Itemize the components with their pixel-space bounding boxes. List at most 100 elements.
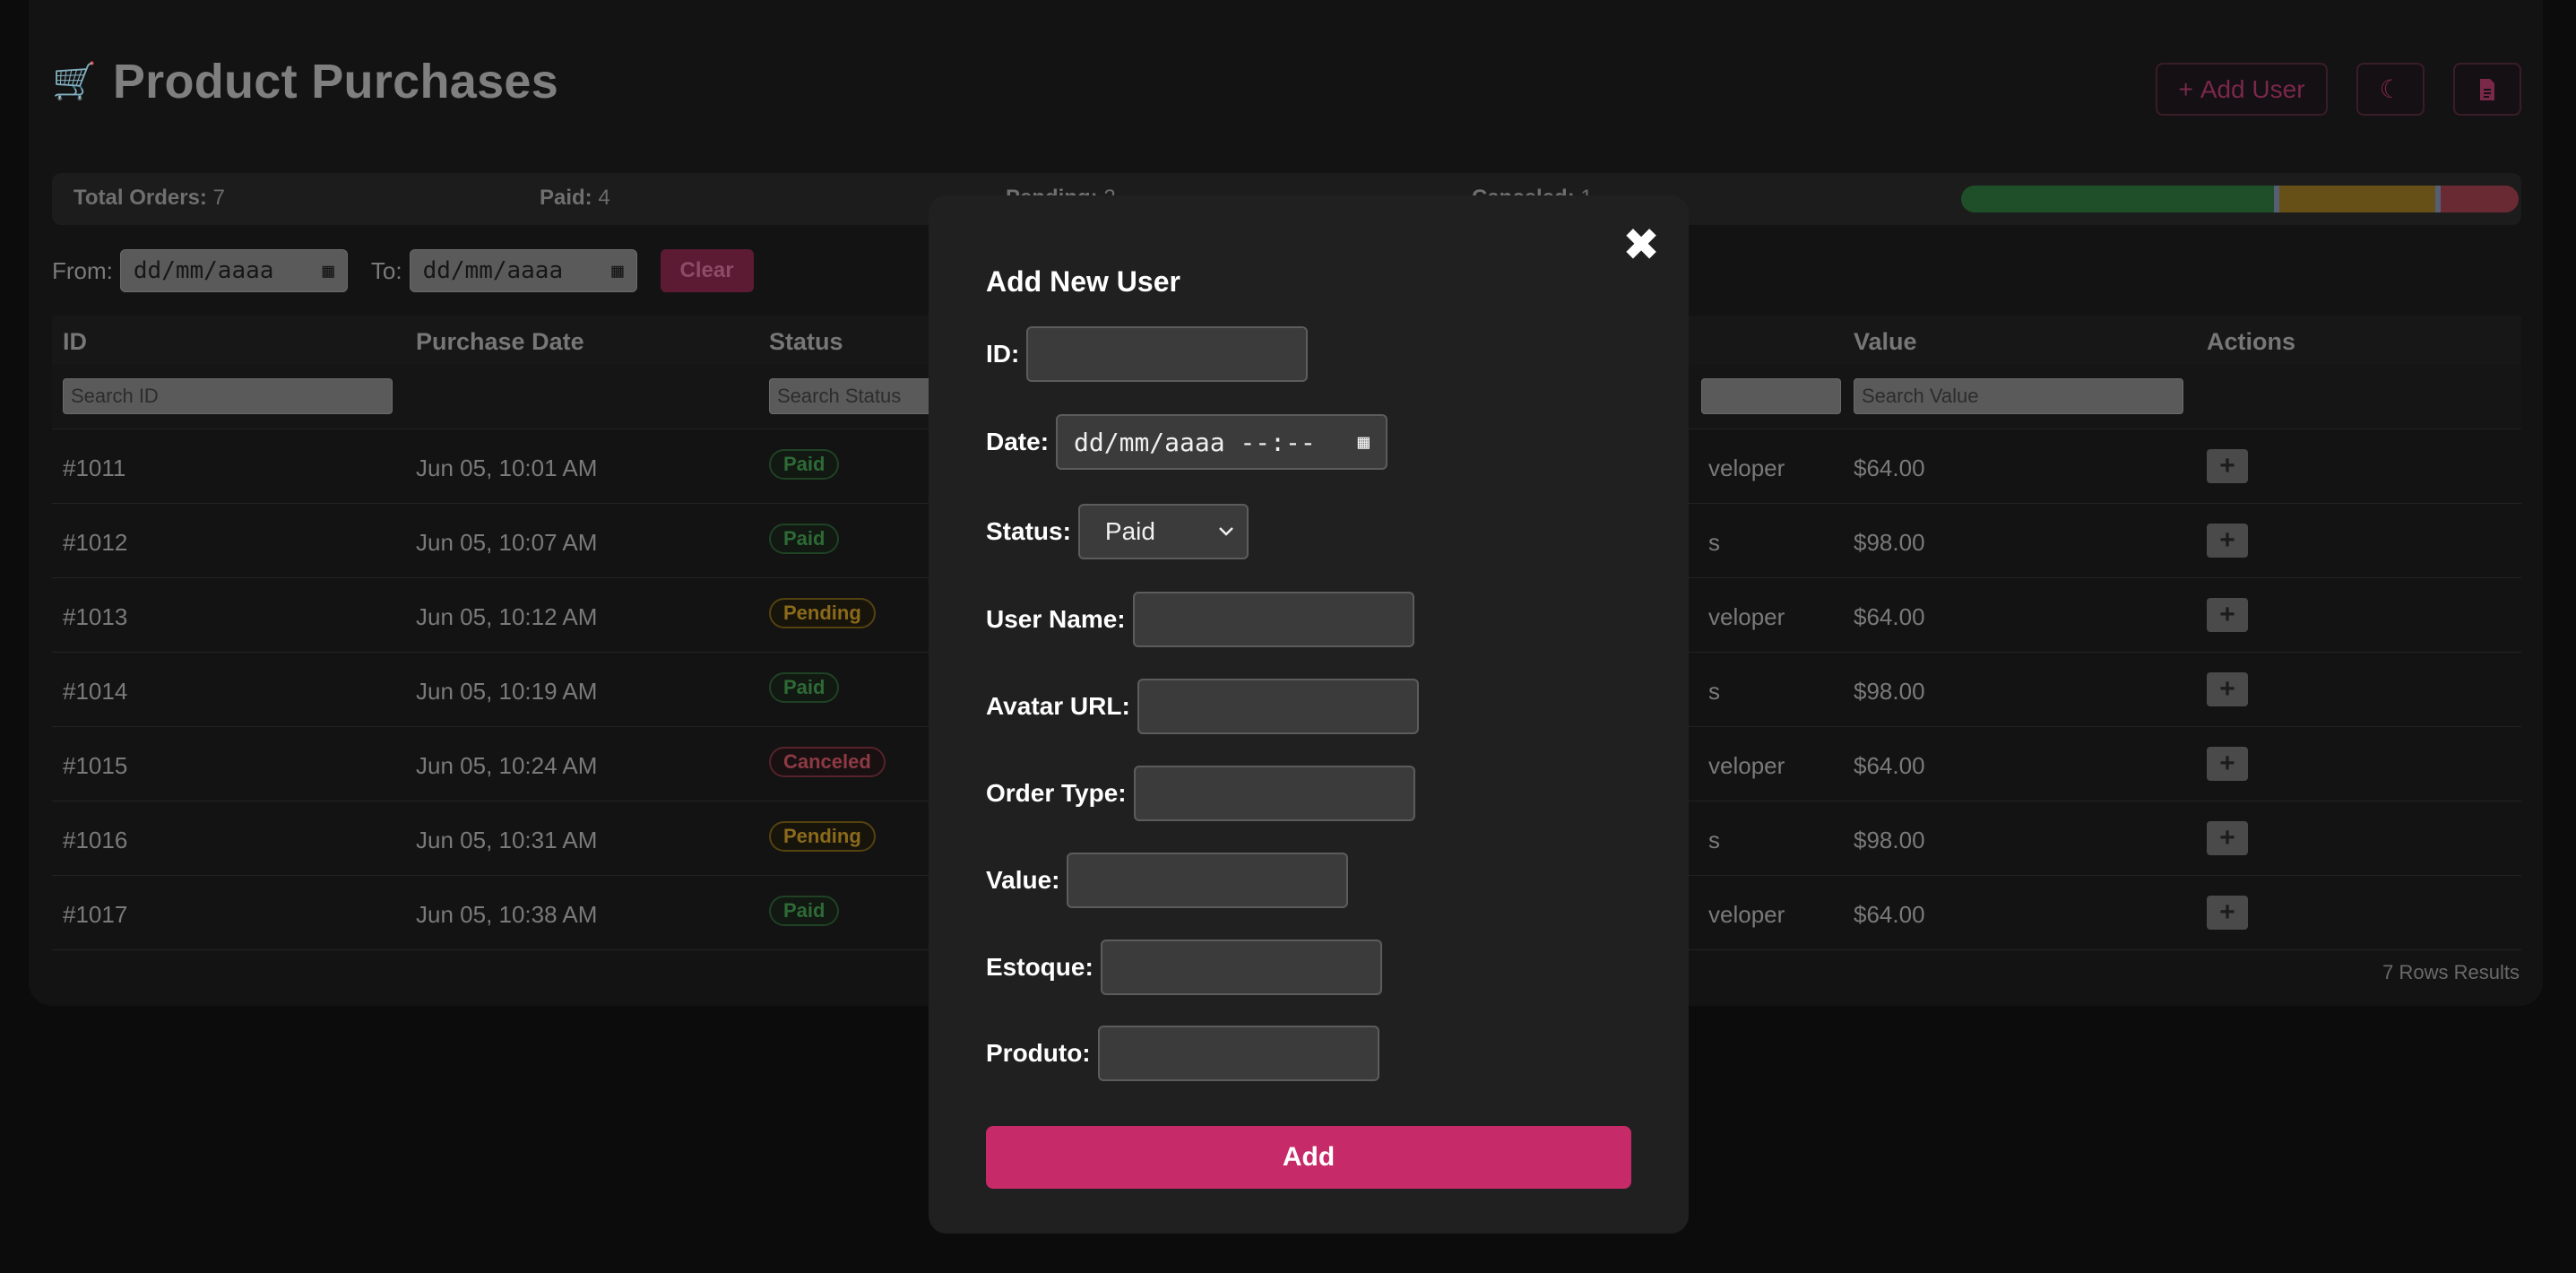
search-type-input[interactable] xyxy=(1701,378,1841,414)
plus-icon: + xyxy=(2219,600,2235,629)
id-label: ID: xyxy=(986,340,1020,368)
order-type-input[interactable] xyxy=(1133,766,1415,821)
row-value: $98.00 xyxy=(1854,678,1925,705)
plus-icon: + xyxy=(2178,74,2193,103)
plus-icon: + xyxy=(2219,897,2235,927)
user-name-input[interactable] xyxy=(1132,592,1414,647)
user-name-label: User Name: xyxy=(986,605,1126,633)
row-id: #1016 xyxy=(63,827,128,853)
field-estoque: Estoque: xyxy=(986,940,1382,995)
add-user-label: Add User xyxy=(2200,74,2305,103)
row-action-button[interactable]: + xyxy=(2207,449,2248,483)
date-label: Date: xyxy=(986,428,1050,455)
field-value: Value: xyxy=(986,853,1349,908)
row-action-button[interactable]: + xyxy=(2207,896,2248,930)
total-orders: Total Orders: 7 xyxy=(73,186,225,211)
field-status: Status: Paid xyxy=(986,504,1249,559)
status-badge: Pending xyxy=(769,598,876,628)
row-action-button[interactable]: + xyxy=(2207,672,2248,706)
search-value-input[interactable]: Search Value xyxy=(1854,378,2183,414)
close-icon[interactable]: ✖ xyxy=(1622,222,1660,267)
calendar-icon[interactable]: ▦ xyxy=(611,260,623,282)
status-badge: Paid xyxy=(769,672,840,703)
plus-icon: + xyxy=(2219,525,2235,555)
header-actions: + Add User ☾ xyxy=(2156,63,2521,116)
status-badge: Paid xyxy=(769,449,840,480)
progress-paid xyxy=(1961,186,2274,212)
field-user-name: User Name: xyxy=(986,592,1414,647)
row-purchase-date: Jun 05, 10:24 AM xyxy=(416,752,598,779)
field-id: ID: xyxy=(986,326,1309,382)
document-icon xyxy=(2480,78,2494,100)
to-label: To: xyxy=(370,256,402,284)
total-orders-value: 7 xyxy=(212,186,225,210)
row-order-type: s xyxy=(1708,827,1720,853)
row-purchase-date: Jun 05, 10:38 AM xyxy=(416,901,598,928)
from-date-input[interactable]: dd/mm/aaaa ▦ xyxy=(119,249,348,292)
row-action-button[interactable]: + xyxy=(2207,821,2248,855)
search-id-input[interactable]: Search ID xyxy=(63,378,393,414)
to-date-input[interactable]: dd/mm/aaaa ▦ xyxy=(409,249,637,292)
row-id: #1011 xyxy=(63,455,126,481)
page-title: Product Purchases xyxy=(112,55,559,108)
avatar-url-input[interactable] xyxy=(1137,679,1419,734)
row-purchase-date: Jun 05, 10:31 AM xyxy=(416,827,598,853)
row-id: #1015 xyxy=(63,752,128,779)
row-action-button[interactable]: + xyxy=(2207,524,2248,558)
moon-icon: ☾ xyxy=(2379,75,2402,103)
row-value: $64.00 xyxy=(1854,752,1925,779)
id-input[interactable] xyxy=(1026,326,1309,382)
row-id: #1017 xyxy=(63,901,128,928)
row-id: #1013 xyxy=(63,603,128,630)
field-date: Date: dd/mm/aaaa --:-- ▦ xyxy=(986,414,1388,470)
search-status-input[interactable]: Search Status xyxy=(769,378,948,414)
col-value[interactable]: Value xyxy=(1854,328,1917,356)
status-badge: Paid xyxy=(769,524,840,554)
row-action-button[interactable]: + xyxy=(2207,598,2248,632)
field-produto: Produto: xyxy=(986,1026,1379,1081)
order-type-label: Order Type: xyxy=(986,779,1127,807)
to-date-placeholder: dd/mm/aaaa xyxy=(422,257,564,284)
col-id[interactable]: ID xyxy=(63,328,87,356)
row-value: $64.00 xyxy=(1854,455,1925,481)
calendar-icon[interactable]: ▦ xyxy=(1358,431,1370,454)
title-wrap: 🛒 Product Purchases xyxy=(52,54,558,109)
paid-count: Paid: 4 xyxy=(540,186,610,211)
clear-button[interactable]: Clear xyxy=(660,249,754,292)
chevron-down-icon xyxy=(1219,527,1233,536)
produto-label: Produto: xyxy=(986,1039,1091,1067)
row-action-button[interactable]: + xyxy=(2207,747,2248,781)
field-avatar-url: Avatar URL: xyxy=(986,679,1419,734)
date-filters: From: dd/mm/aaaa ▦ To: dd/mm/aaaa ▦ Clea… xyxy=(52,247,754,294)
produto-input[interactable] xyxy=(1097,1026,1379,1081)
add-button[interactable]: Add xyxy=(986,1126,1631,1189)
value-label: Value: xyxy=(986,866,1060,894)
calendar-icon[interactable]: ▦ xyxy=(323,260,334,282)
value-input[interactable] xyxy=(1067,853,1349,908)
status-badge: Pending xyxy=(769,821,876,852)
col-purchase-date[interactable]: Purchase Date xyxy=(416,328,584,356)
status-select[interactable]: Paid xyxy=(1077,504,1249,559)
avatar-url-label: Avatar URL: xyxy=(986,692,1130,720)
theme-toggle-button[interactable]: ☾ xyxy=(2356,63,2425,116)
progress-pending xyxy=(2278,186,2435,212)
total-orders-label: Total Orders: xyxy=(73,186,207,210)
modal-title: Add New User xyxy=(986,265,1180,298)
status-badge: Canceled xyxy=(769,747,886,777)
paid-label: Paid: xyxy=(540,186,592,210)
row-purchase-date: Jun 05, 10:07 AM xyxy=(416,529,598,556)
row-purchase-date: Jun 05, 10:12 AM xyxy=(416,603,598,630)
row-order-type: s xyxy=(1708,529,1720,556)
status-selected-value: Paid xyxy=(1104,517,1155,545)
row-purchase-date: Jun 05, 10:19 AM xyxy=(416,678,598,705)
row-purchase-date: Jun 05, 10:01 AM xyxy=(416,455,598,481)
plus-icon: + xyxy=(2219,823,2235,853)
export-button[interactable] xyxy=(2453,63,2521,116)
date-input[interactable]: dd/mm/aaaa --:-- ▦ xyxy=(1056,414,1388,470)
col-status[interactable]: Status xyxy=(769,328,843,356)
plus-icon: + xyxy=(2219,451,2235,481)
add-user-modal: ✖ Add New User ID: Date: dd/mm/aaaa --:-… xyxy=(929,195,1689,1234)
add-user-button[interactable]: + Add User xyxy=(2156,63,2328,116)
estoque-input[interactable] xyxy=(1100,940,1382,995)
plus-icon: + xyxy=(2219,674,2235,704)
